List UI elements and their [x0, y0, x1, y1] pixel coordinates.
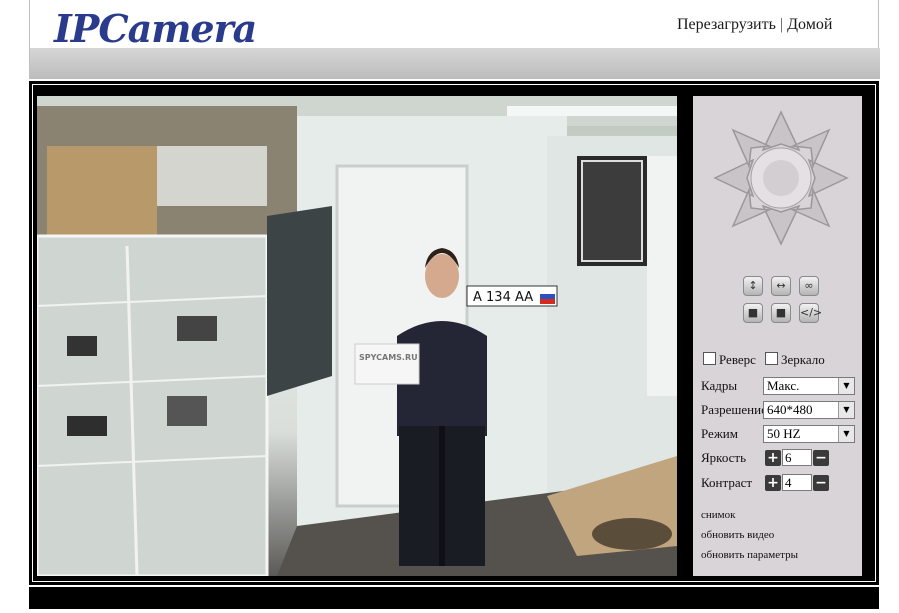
mirror-label: Зеркало: [781, 352, 825, 367]
link-separator: |: [779, 16, 784, 33]
plate-text: A 134 AA: [473, 290, 533, 305]
refresh-params-link[interactable]: обновить параметры: [701, 549, 798, 561]
ptz-buttons-row2: ■ ■ </>: [743, 303, 823, 323]
stop-vertical-button[interactable]: ■: [743, 303, 763, 323]
frames-value: Макс.: [767, 378, 800, 393]
reverse-checkbox-group: Реверс: [703, 352, 756, 368]
chevron-down-icon: ▼: [838, 402, 854, 418]
snapshot-link[interactable]: снимок: [701, 509, 735, 521]
brightness-value[interactable]: 6: [782, 449, 812, 466]
ptz-direction-pad-icon[interactable]: [713, 110, 849, 246]
horizontal-patrol-button[interactable]: ↔: [771, 276, 791, 296]
resolution-value: 640*480: [767, 402, 813, 417]
contrast-minus-button[interactable]: −: [813, 475, 829, 491]
brightness-minus-button[interactable]: −: [813, 450, 829, 466]
footer-bar: [29, 587, 879, 609]
reverse-checkbox[interactable]: [703, 352, 716, 365]
video-feed[interactable]: A 134 AA SPYCAMS.RU: [37, 96, 677, 576]
refresh-video-link[interactable]: обновить видео: [701, 529, 774, 541]
contrast-value[interactable]: 4: [782, 474, 812, 491]
mode-value: 50 HZ: [767, 426, 801, 441]
mirror-checkbox-group: Зеркало: [765, 352, 825, 368]
control-panel: ↕ ↔ ∞ ■ ■ </> Реверс Зеркало Кадры Макс.…: [693, 96, 862, 576]
header-band: [30, 48, 880, 79]
io-output-button[interactable]: </>: [799, 303, 822, 323]
camera-scene: A 134 AA SPYCAMS.RU: [37, 96, 677, 576]
ptz-buttons-row1: ↕ ↔ ∞: [743, 276, 823, 296]
frames-select[interactable]: Макс. ▼: [763, 377, 855, 395]
page: IPCamera Перезагрузить | Домой A 134 AA …: [29, 0, 880, 613]
mirror-checkbox[interactable]: [765, 352, 778, 365]
stop-horizontal-button[interactable]: ■: [771, 303, 791, 323]
top-links: Перезагрузить | Домой: [677, 16, 832, 34]
contrast-label: Контраст: [701, 475, 753, 490]
frames-label: Кадры: [701, 378, 738, 393]
reboot-link[interactable]: Перезагрузить: [677, 16, 776, 33]
resolution-label: Разрешение: [701, 402, 767, 417]
sign-text: SPYCAMS.RU: [359, 353, 418, 362]
header: IPCamera Перезагрузить | Домой: [29, 0, 880, 79]
logo: IPCamera: [54, 6, 257, 51]
contrast-plus-button[interactable]: +: [765, 475, 781, 491]
brightness-label: Яркость: [701, 450, 747, 465]
chevron-down-icon: ▼: [838, 378, 854, 394]
vertical-patrol-button[interactable]: ↕: [743, 276, 763, 296]
brightness-plus-button[interactable]: +: [765, 450, 781, 466]
chevron-down-icon: ▼: [838, 426, 854, 442]
home-link[interactable]: Домой: [787, 16, 832, 33]
continuous-patrol-button[interactable]: ∞: [799, 276, 819, 296]
mode-label: Режим: [701, 426, 738, 441]
mode-select[interactable]: 50 HZ ▼: [763, 425, 855, 443]
main-frame: A 134 AA SPYCAMS.RU ↕ ↔ ∞ ■ ■ </> Реверс…: [29, 81, 879, 585]
reverse-label: Реверс: [719, 352, 756, 367]
resolution-select[interactable]: 640*480 ▼: [763, 401, 855, 419]
